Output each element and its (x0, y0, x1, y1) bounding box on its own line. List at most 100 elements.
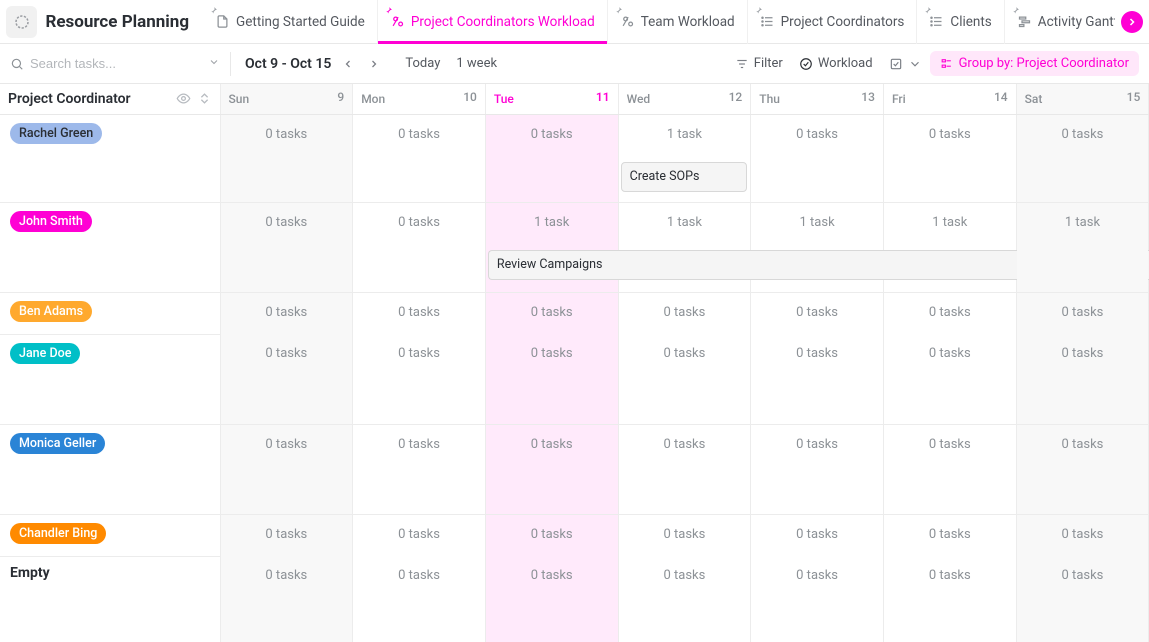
workload-summary-cell[interactable]: 0 tasks (220, 334, 353, 376)
detail-cell[interactable] (751, 156, 884, 202)
search-dropdown-icon[interactable] (208, 56, 220, 72)
workload-summary-cell[interactable]: 0 tasks (883, 292, 1016, 334)
detail-cell[interactable] (485, 598, 618, 642)
tab-gantt[interactable]: Activity Gantt (1005, 0, 1115, 44)
detail-cell[interactable] (220, 598, 353, 642)
workload-summary-cell[interactable]: 0 tasks (751, 292, 884, 334)
person-pill[interactable]: Rachel Green (10, 123, 102, 144)
person-pill[interactable]: Jane Doe (10, 343, 80, 364)
detail-cell[interactable] (618, 376, 751, 424)
task-bar[interactable]: Create SOPs (621, 162, 748, 192)
workload-summary-cell[interactable]: 1 task (883, 202, 1016, 244)
day-header-fri[interactable]: Fri14 (883, 84, 1016, 114)
person-cell-rachel[interactable]: Rachel Green (0, 114, 220, 202)
detail-cell[interactable]: Review Campaigns (485, 244, 618, 292)
detail-cell[interactable] (1016, 598, 1149, 642)
detail-cell[interactable] (485, 376, 618, 424)
workload-summary-cell[interactable]: 0 tasks (751, 114, 884, 156)
detail-cell[interactable] (751, 244, 884, 292)
space-title[interactable]: Resource Planning (45, 12, 189, 32)
workload-summary-cell[interactable]: 0 tasks (353, 334, 486, 376)
workload-summary-cell[interactable]: 0 tasks (883, 334, 1016, 376)
day-header-sun[interactable]: Sun9 (220, 84, 353, 114)
workload-summary-cell[interactable]: 0 tasks (1016, 292, 1149, 334)
workload-summary-cell[interactable]: 0 tasks (485, 334, 618, 376)
workload-summary-cell[interactable]: 0 tasks (220, 292, 353, 334)
prev-week-button[interactable] (335, 51, 361, 77)
day-header-sat[interactable]: Sat15 (1016, 84, 1149, 114)
tab-pc[interactable]: Project Coordinators (748, 0, 918, 44)
workload-summary-cell[interactable]: 0 tasks (751, 424, 884, 466)
date-range-label[interactable]: Oct 9 - Oct 15 (241, 56, 335, 72)
workload-summary-cell[interactable]: 0 tasks (220, 202, 353, 244)
workload-summary-cell[interactable]: 1 task (485, 202, 618, 244)
options-button[interactable] (881, 53, 930, 75)
detail-cell[interactable] (751, 466, 884, 514)
detail-cell[interactable] (1016, 156, 1149, 202)
tab-clients[interactable]: Clients (917, 0, 1004, 44)
workload-summary-cell[interactable]: 0 tasks (220, 556, 353, 598)
workload-summary-cell[interactable]: 0 tasks (485, 424, 618, 466)
person-cell-john[interactable]: John Smith (0, 202, 220, 292)
workload-summary-cell[interactable]: 0 tasks (618, 424, 751, 466)
day-header-wed[interactable]: Wed12 (618, 84, 751, 114)
detail-cell[interactable] (883, 244, 1016, 292)
detail-cell[interactable] (883, 156, 1016, 202)
person-cell-empty[interactable]: Empty (0, 556, 220, 642)
person-cell-chandler[interactable]: Chandler Bing (0, 514, 220, 556)
detail-cell[interactable] (883, 376, 1016, 424)
workload-summary-cell[interactable]: 0 tasks (1016, 556, 1149, 598)
workload-summary-cell[interactable]: 0 tasks (220, 424, 353, 466)
workload-summary-cell[interactable]: 0 tasks (883, 424, 1016, 466)
person-pill[interactable]: Ben Adams (10, 301, 92, 322)
detail-cell[interactable] (618, 244, 751, 292)
detail-cell[interactable] (751, 376, 884, 424)
range-selector[interactable]: 1 week (448, 52, 505, 75)
detail-cell[interactable] (883, 466, 1016, 514)
workload-summary-cell[interactable]: 0 tasks (353, 292, 486, 334)
workload-summary-cell[interactable]: 0 tasks (618, 556, 751, 598)
person-pill[interactable]: Monica Geller (10, 433, 105, 454)
detail-cell[interactable] (353, 376, 486, 424)
search-input[interactable] (30, 56, 170, 71)
workload-summary-cell[interactable]: 0 tasks (353, 202, 486, 244)
today-button[interactable]: Today (397, 52, 448, 75)
workload-summary-cell[interactable]: 0 tasks (618, 334, 751, 376)
workload-summary-cell[interactable]: 0 tasks (751, 556, 884, 598)
person-cell-jane[interactable]: Jane Doe (0, 334, 220, 424)
workload-summary-cell[interactable]: 0 tasks (220, 114, 353, 156)
workload-summary-cell[interactable]: 0 tasks (1016, 114, 1149, 156)
tab-guide[interactable]: Getting Started Guide (203, 0, 378, 44)
detail-cell[interactable] (618, 598, 751, 642)
detail-cell[interactable] (883, 598, 1016, 642)
detail-cell[interactable] (353, 156, 486, 202)
day-header-mon[interactable]: Mon10 (353, 84, 486, 114)
space-logo[interactable] (6, 6, 37, 38)
workload-summary-cell[interactable]: 0 tasks (1016, 424, 1149, 466)
workload-summary-cell[interactable]: 0 tasks (485, 292, 618, 334)
tab-pcw[interactable]: Project Coordinators Workload (378, 0, 608, 44)
person-pill[interactable]: Chandler Bing (10, 523, 106, 544)
workload-summary-cell[interactable]: 0 tasks (883, 556, 1016, 598)
detail-cell[interactable] (220, 466, 353, 514)
workload-summary-cell[interactable]: 0 tasks (883, 514, 1016, 556)
detail-cell[interactable] (220, 244, 353, 292)
workload-toggle[interactable]: Workload (791, 52, 881, 75)
next-week-button[interactable] (361, 51, 387, 77)
person-cell-ben[interactable]: Ben Adams (0, 292, 220, 334)
workload-summary-cell[interactable]: 0 tasks (1016, 514, 1149, 556)
workload-summary-cell[interactable]: 0 tasks (1016, 334, 1149, 376)
eye-icon[interactable] (176, 91, 191, 106)
workload-summary-cell[interactable]: 1 task (618, 202, 751, 244)
workload-summary-cell[interactable]: 0 tasks (353, 514, 486, 556)
workload-summary-cell[interactable]: 1 task (618, 114, 751, 156)
detail-cell[interactable] (220, 376, 353, 424)
detail-cell[interactable] (1016, 466, 1149, 514)
day-header-tue[interactable]: Tue11 (485, 84, 618, 114)
workload-summary-cell[interactable]: 0 tasks (485, 114, 618, 156)
tabs-scroll-right[interactable] (1121, 11, 1143, 33)
detail-cell[interactable] (1016, 376, 1149, 424)
person-pill[interactable]: John Smith (10, 211, 92, 232)
workload-summary-cell[interactable]: 0 tasks (485, 514, 618, 556)
detail-cell[interactable] (485, 156, 618, 202)
